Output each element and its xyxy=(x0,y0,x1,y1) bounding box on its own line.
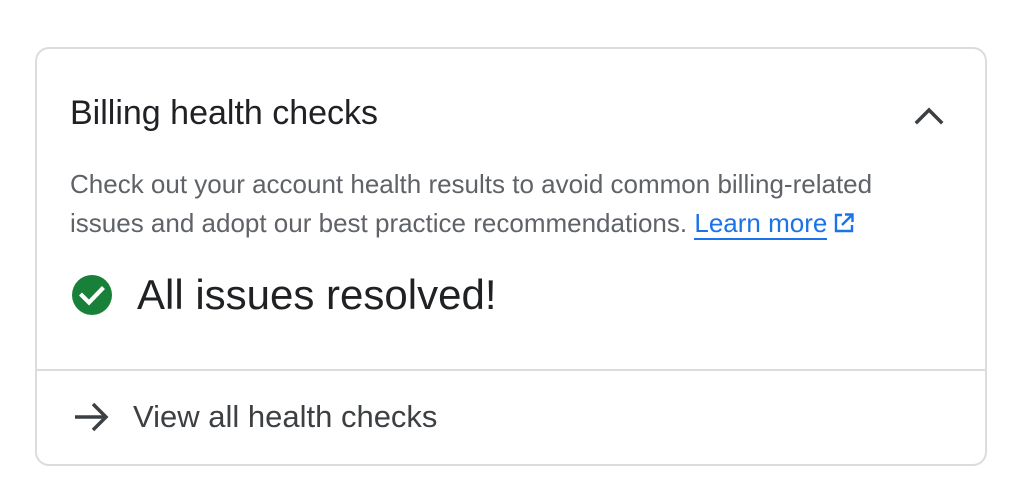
billing-health-card: Billing health checks Check out your acc… xyxy=(35,47,987,466)
card-title: Billing health checks xyxy=(70,94,379,132)
chevron-up-icon xyxy=(914,107,944,125)
card-description: Check out your account health results to… xyxy=(70,165,950,243)
status-row: All issues resolved! xyxy=(71,271,496,319)
external-link-icon[interactable] xyxy=(833,212,855,234)
collapse-button[interactable] xyxy=(909,95,949,135)
status-text: All issues resolved! xyxy=(137,271,497,318)
divider xyxy=(37,369,985,371)
footer-label: View all health checks xyxy=(133,399,438,434)
arrow-right-icon xyxy=(75,402,109,432)
view-all-health-checks-link[interactable]: View all health checks xyxy=(73,399,437,435)
check-circle-icon xyxy=(72,275,112,315)
learn-more-link[interactable]: Learn more xyxy=(694,208,828,240)
learn-more-label: Learn more xyxy=(694,208,828,238)
